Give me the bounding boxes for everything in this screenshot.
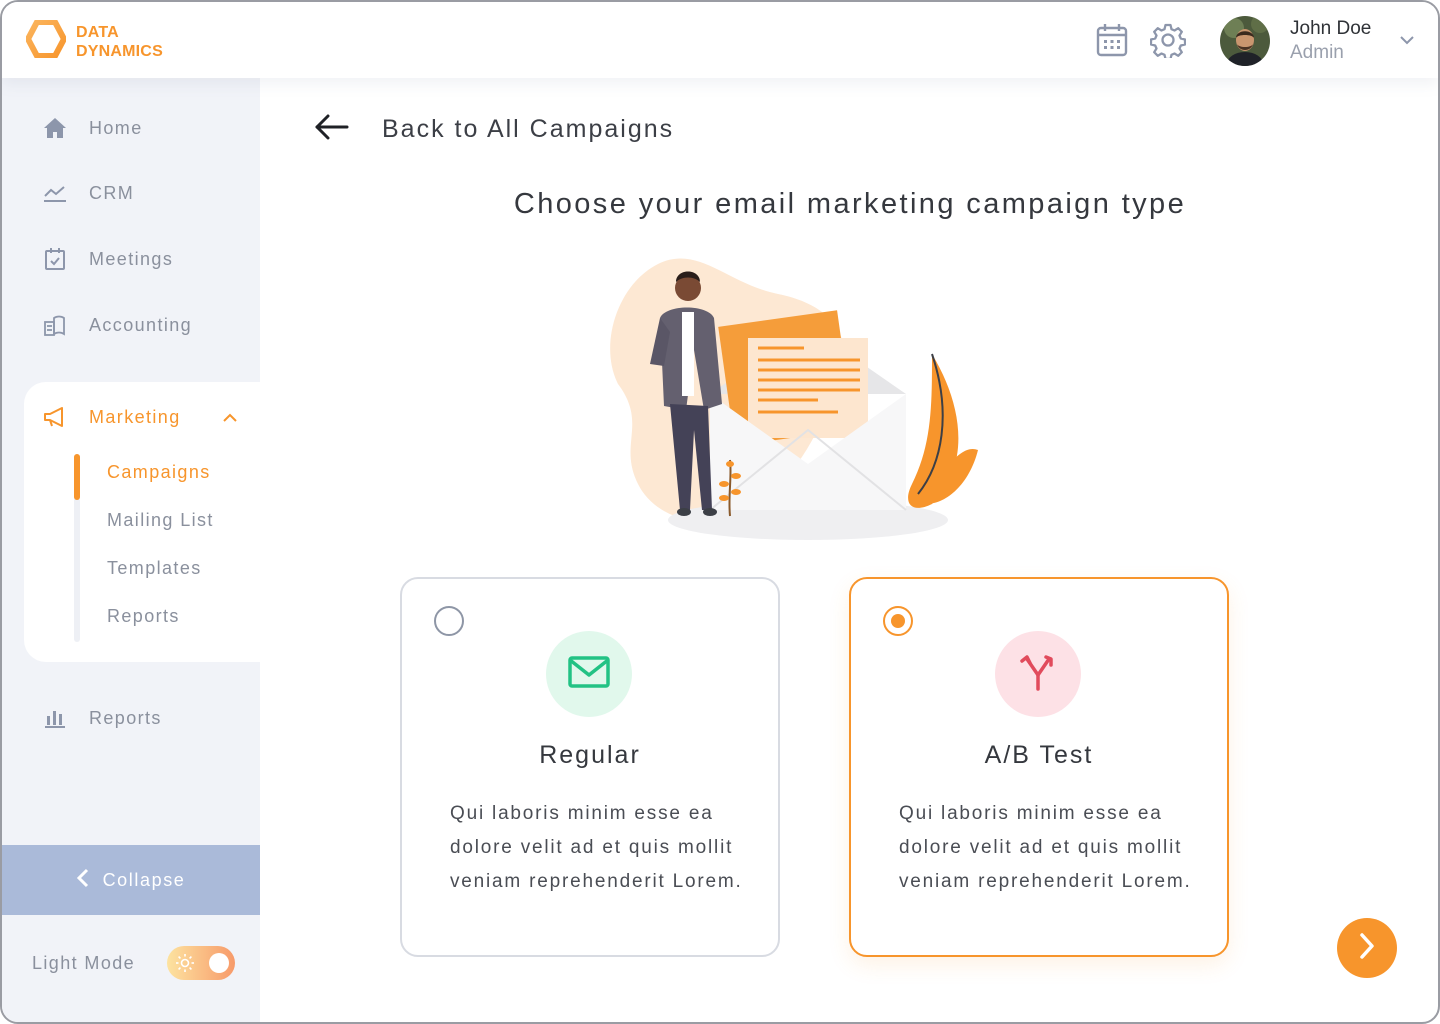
marketing-menu: Marketing Campaigns Mailing List Templat… — [24, 382, 262, 662]
card-title: Regular — [539, 741, 641, 769]
user-role: Admin — [1290, 42, 1344, 63]
accounting-icon — [42, 312, 68, 338]
back-link-label: Back to All Campaigns — [382, 115, 675, 143]
top-bar: DATA DYNAMICS John Doe Admin — [2, 2, 1438, 78]
light-mode-control: Light Mode — [32, 946, 236, 980]
brand-name: DATA DYNAMICS — [76, 23, 163, 61]
active-indicator — [74, 454, 80, 500]
sidebar-item-home[interactable]: Home — [42, 115, 143, 141]
calendar-check-icon — [42, 246, 68, 272]
brand-logo[interactable]: DATA DYNAMICS — [25, 19, 163, 63]
sidebar-item-label: Home — [89, 117, 143, 138]
chart-line-icon — [42, 180, 68, 206]
sidebar-item-marketing[interactable]: Marketing — [42, 404, 181, 430]
hexagon-logo-icon — [25, 19, 67, 63]
radio-regular[interactable] — [434, 606, 464, 636]
card-description: Qui laboris minim esse ea dolore velit a… — [899, 803, 1192, 892]
avatar — [1220, 16, 1270, 66]
user-menu[interactable]: John Doe Admin — [1220, 16, 1415, 66]
sidebar-item-label: Marketing — [89, 406, 181, 427]
sidebar-subitem-reports[interactable]: Reports — [107, 606, 180, 627]
arrow-left-icon — [314, 114, 350, 145]
sidebar-item-label: Reports — [89, 707, 162, 728]
brand-line-1: DATA — [76, 23, 119, 41]
radio-ab-test[interactable] — [883, 606, 913, 636]
next-button[interactable] — [1337, 918, 1397, 978]
sidebar-subitem-campaigns[interactable]: Campaigns — [107, 462, 211, 483]
envelope-icon — [567, 655, 611, 694]
back-to-campaigns-link[interactable]: Back to All Campaigns — [314, 114, 674, 145]
sidebar-item-label: Accounting — [89, 314, 193, 335]
campaign-type-ab-test-card[interactable]: A/B Test Qui laboris minim esse ea dolor… — [849, 577, 1229, 957]
calendar-icon[interactable] — [1094, 22, 1130, 58]
campaign-type-regular-card[interactable]: Regular Qui laboris minim esse ea dolore… — [400, 577, 780, 957]
sidebar-subitem-templates[interactable]: Templates — [107, 558, 202, 579]
sidebar-item-meetings[interactable]: Meetings — [42, 246, 173, 272]
sidebar-item-label: Meetings — [89, 248, 174, 269]
collapse-button[interactable]: Collapse — [2, 845, 260, 915]
home-icon — [42, 115, 68, 141]
sidebar-item-accounting[interactable]: Accounting — [42, 312, 192, 338]
chevron-down-icon[interactable] — [1399, 32, 1415, 50]
gear-icon[interactable] — [1150, 22, 1186, 58]
sidebar-item-crm[interactable]: CRM — [42, 180, 134, 206]
page-title: Choose your email marketing campaign typ… — [513, 188, 1187, 220]
collapse-label: Collapse — [102, 869, 186, 890]
megaphone-icon — [42, 404, 68, 430]
sun-icon — [175, 953, 195, 978]
brand-line-2: DYNAMICS — [76, 42, 163, 60]
toggle-knob — [209, 953, 230, 973]
sidebar-subitem-mailing-list[interactable]: Mailing List — [107, 510, 214, 531]
sidebar-item-label: CRM — [89, 182, 135, 203]
ab-test-icon-badge — [995, 631, 1081, 717]
card-title: A/B Test — [984, 741, 1094, 769]
chevron-right-icon — [1359, 932, 1375, 965]
card-description: Qui laboris minim esse ea dolore velit a… — [450, 803, 743, 892]
chevron-up-icon[interactable] — [222, 410, 238, 428]
user-name: John Doe — [1290, 18, 1372, 39]
regular-icon-badge — [546, 631, 632, 717]
split-arrows-icon — [1018, 653, 1058, 696]
email-marketing-illustration — [598, 254, 988, 549]
bar-chart-icon — [42, 705, 68, 731]
chevron-left-icon — [76, 868, 89, 893]
light-mode-toggle[interactable] — [167, 946, 236, 980]
sidebar-item-reports[interactable]: Reports — [42, 705, 162, 731]
light-mode-label: Light Mode — [32, 952, 136, 973]
app-window: DATA DYNAMICS John Doe Admin Home CRM Me… — [0, 0, 1440, 1024]
